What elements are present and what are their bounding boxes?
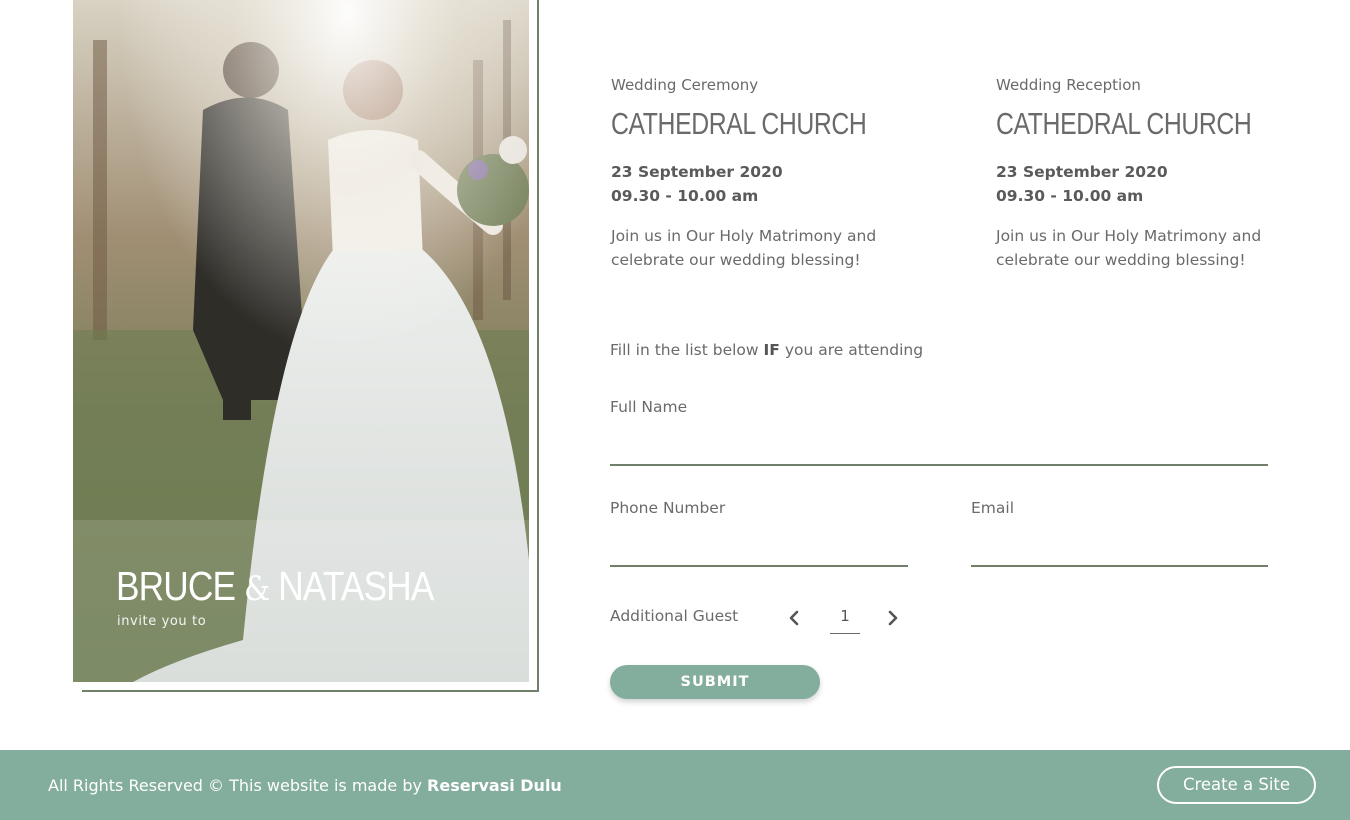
event-venue: CATHEDRAL CHURCH <box>611 106 867 141</box>
chevron-right-glyph <box>888 610 898 626</box>
event-reception: Wedding Reception CATHEDRAL CHURCH 23 Se… <box>996 76 1296 272</box>
footer-copyright-text: All Rights Reserved © This website is ma… <box>48 776 428 795</box>
email-label: Email <box>971 499 1015 517</box>
invite-text: invite you to <box>117 614 207 629</box>
phone-label: Phone Number <box>610 499 726 517</box>
full-name-input[interactable] <box>610 430 1268 466</box>
event-description: Join us in Our Holy Matrimony and celebr… <box>996 227 1262 269</box>
additional-guest-label: Additional Guest <box>610 607 739 625</box>
rsvp-intro-before: Fill in the list below <box>610 341 764 359</box>
create-site-button[interactable]: Create a Site <box>1157 766 1316 804</box>
ampersand: & <box>244 569 270 609</box>
rsvp-intro-bold: IF <box>763 341 780 359</box>
event-datetime: 23 September 2020 09.30 - 10.00 am <box>611 160 911 208</box>
event-description: Join us in Our Holy Matrimony and celebr… <box>611 227 877 269</box>
chevron-right-icon[interactable] <box>883 607 903 629</box>
event-ceremony: Wedding Ceremony CATHEDRAL CHURCH 23 Sep… <box>611 76 911 272</box>
event-date: 23 September 2020 <box>611 163 783 181</box>
submit-button[interactable]: SUBMIT <box>610 665 820 699</box>
couple-names: BRUCE & NATASHA <box>116 563 434 610</box>
footer: All Rights Reserved © This website is ma… <box>0 750 1350 820</box>
event-time: 09.30 - 10.00 am <box>611 187 759 205</box>
event-time: 09.30 - 10.00 am <box>996 187 1144 205</box>
full-name-label: Full Name <box>610 398 688 416</box>
email-input[interactable] <box>971 531 1268 567</box>
event-date: 23 September 2020 <box>996 163 1168 181</box>
chevron-left-icon[interactable] <box>784 607 804 629</box>
event-datetime: 23 September 2020 09.30 - 10.00 am <box>996 160 1296 208</box>
phone-input[interactable] <box>610 531 908 567</box>
guest-count[interactable]: 1 <box>830 604 860 634</box>
event-venue: CATHEDRAL CHURCH <box>996 106 1252 141</box>
rsvp-intro-after: you are attending <box>779 341 924 359</box>
footer-copyright: All Rights Reserved © This website is ma… <box>48 776 562 795</box>
event-type: Wedding Reception <box>996 76 1141 94</box>
footer-brand-link[interactable]: Reservasi Dulu <box>427 776 562 795</box>
chevron-left-glyph <box>789 610 799 626</box>
groom-name: BRUCE <box>116 563 236 609</box>
event-type: Wedding Ceremony <box>611 76 759 94</box>
rsvp-intro: Fill in the list below IF you are attend… <box>610 341 923 359</box>
bride-name: NATASHA <box>278 563 434 609</box>
